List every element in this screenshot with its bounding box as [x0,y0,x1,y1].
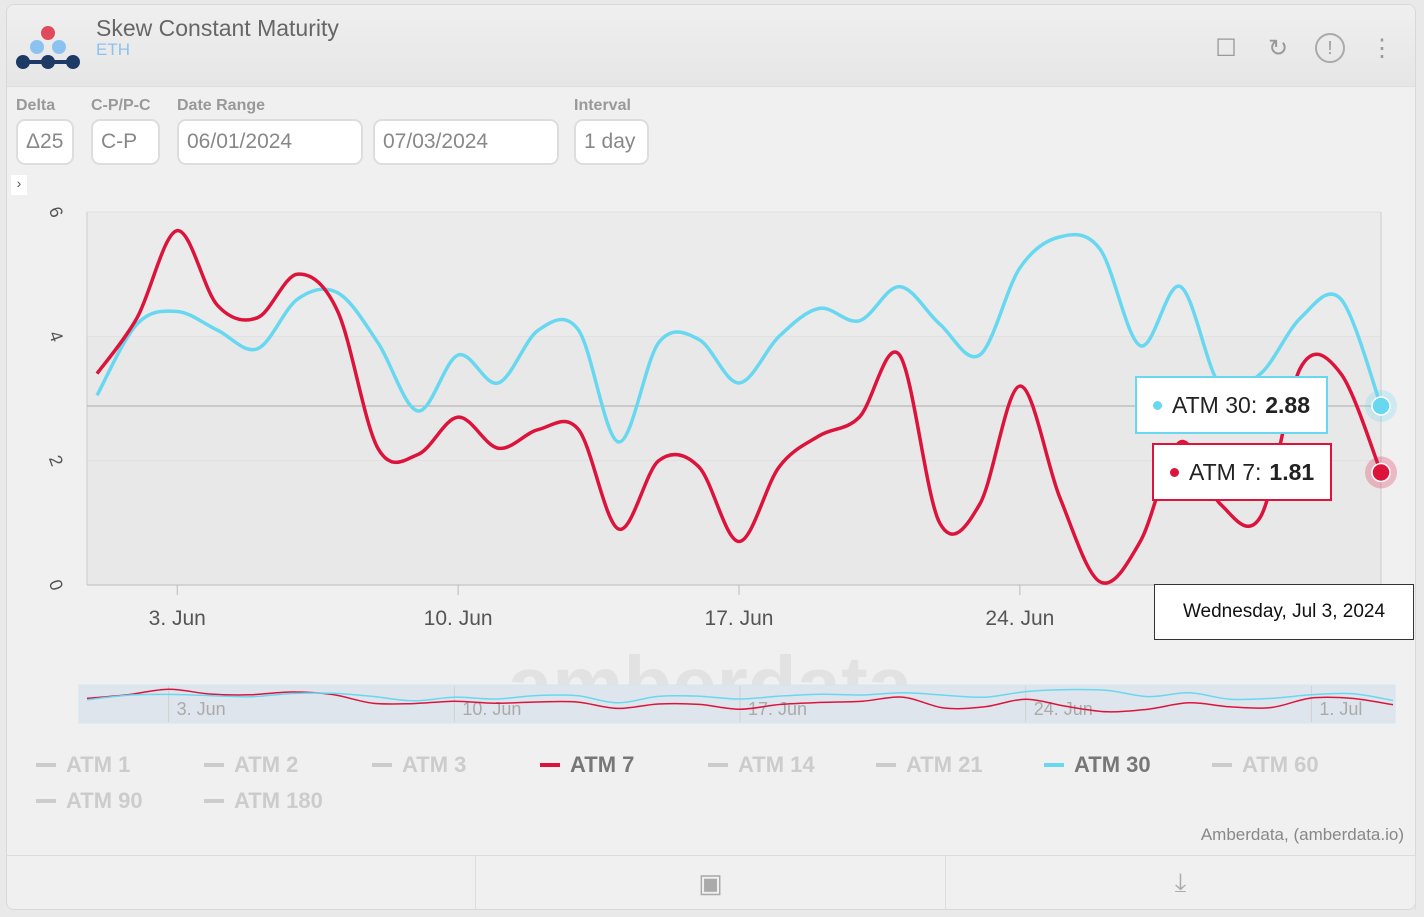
credit[interactable]: Amberdata, (amberdata.io) [1201,825,1404,845]
tooltip-label: ATM 30: [1172,391,1258,418]
y-tick-label: 4 [45,328,67,344]
legend-atm7[interactable]: ATM 7 [540,752,708,778]
tooltip-atm7: ATM 7: 1.81 [1152,443,1333,501]
hover-point [1371,462,1391,483]
tooltip-value: 1.81 [1269,458,1315,485]
y-tick-label: 0 [45,577,67,593]
tooltip-label: ATM 7: [1189,458,1262,485]
x-tick-label: 24. Jun [985,607,1054,630]
y-tick-label: 2 [45,453,67,469]
footer-spacer [6,856,476,910]
navigator [78,684,1396,724]
navigator-tick-label: 17. Jun [748,699,807,719]
x-tick-label: 10. Jun [424,607,493,630]
widget-footer: ▣ ⤓ [6,855,1416,910]
legend-atm90[interactable]: ATM 90 [36,788,204,814]
x-tick-label: 3. Jun [149,607,206,630]
tooltip-value: 2.88 [1265,391,1310,418]
navigator-tick-label: 1. Jul [1319,699,1362,719]
atm30-dot [1153,400,1162,410]
atm7-dot [1170,467,1179,477]
x-tick-label: 17. Jun [705,607,774,630]
y-tick-label: 6 [45,204,67,220]
navigator-tick-label: 3. Jun [177,699,226,719]
legend-atm30[interactable]: ATM 30 [1044,752,1212,778]
legend-atm180[interactable]: ATM 180 [204,788,372,814]
legend: ATM 1 ATM 2 ATM 3 ATM 7 ATM 14 ATM 21 AT… [36,752,1396,814]
camera-icon[interactable]: ▣ [476,856,946,910]
legend-atm1[interactable]: ATM 1 [36,752,204,778]
legend-atm3[interactable]: ATM 3 [372,752,540,778]
download-icon[interactable]: ⤓ [946,856,1416,910]
legend-atm60[interactable]: ATM 60 [1212,752,1380,778]
tooltip-date: Wednesday, Jul 3, 2024 [1154,584,1414,640]
legend-atm2[interactable]: ATM 2 [204,752,372,778]
hover-point [1371,396,1391,416]
legend-atm21[interactable]: ATM 21 [876,752,1044,778]
tooltip-atm30: ATM 30: 2.88 [1135,376,1328,434]
legend-atm14[interactable]: ATM 14 [708,752,876,778]
